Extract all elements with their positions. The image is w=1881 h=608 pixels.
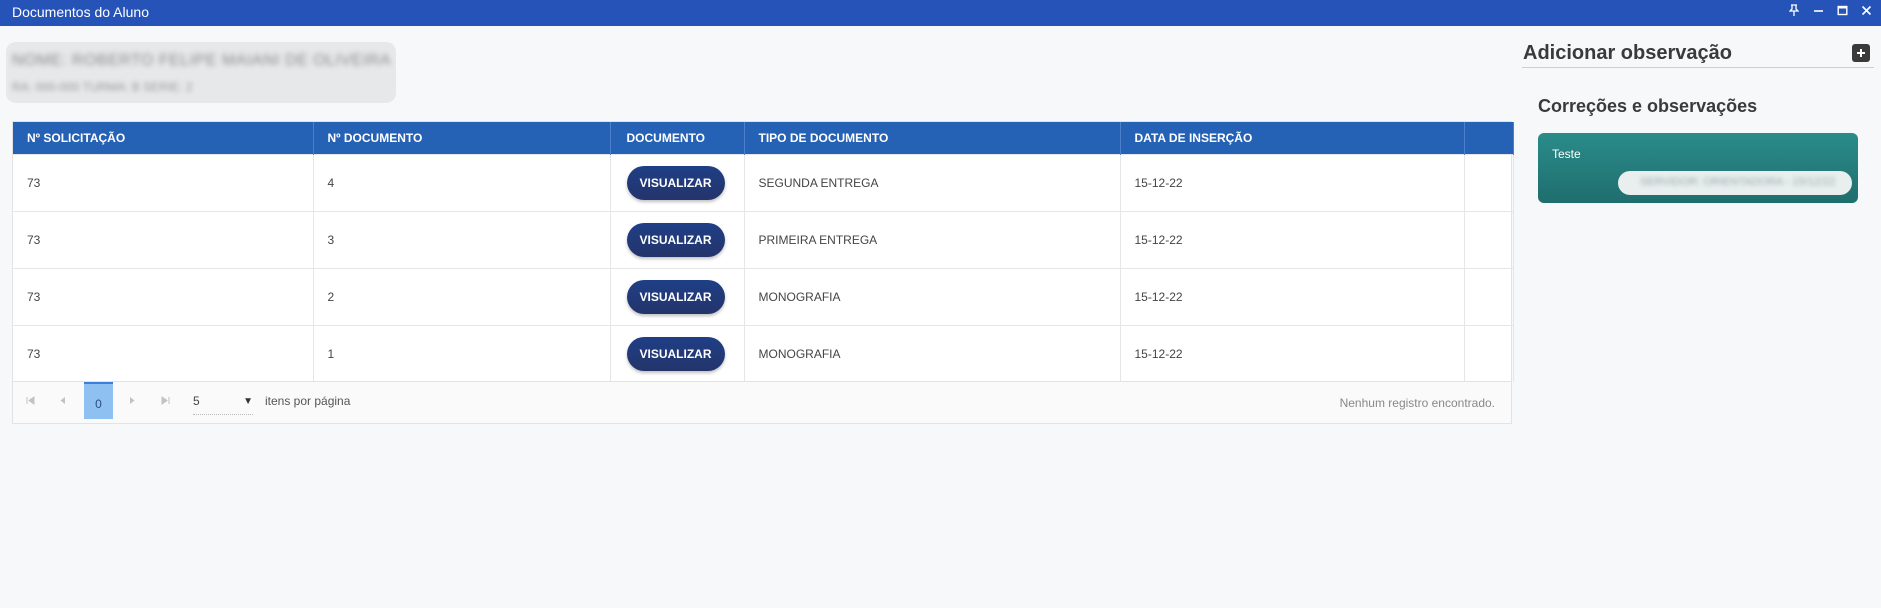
cell-data: 15-12-22 — [1120, 324, 1465, 382]
cell-documento-num: 1 — [313, 324, 611, 382]
add-observation-heading: Adicionar observação — [1523, 42, 1732, 64]
view-document-button[interactable]: VISUALIZAR — [626, 279, 725, 314]
student-info-card: NOME: ROBERTO FELIPE MAIANI DE OLIVEIRA … — [6, 42, 396, 103]
cell-documento-num: 4 — [313, 153, 611, 211]
chevron-down-icon: ▼ — [243, 396, 253, 407]
window-title: Documentos do Aluno — [12, 4, 149, 20]
documents-table: Nº SOLICITAÇÃO Nº DOCUMENTO DOCUMENTO TI… — [13, 122, 1514, 382]
window-controls — [1787, 2, 1873, 18]
maximize-icon[interactable] — [1835, 2, 1849, 18]
current-page-button[interactable]: 0 — [84, 382, 113, 419]
first-page-icon[interactable] — [26, 396, 35, 408]
next-page-icon[interactable] — [129, 396, 136, 408]
cell-documento: VISUALIZAR — [610, 210, 745, 268]
col-header-tipo[interactable]: TIPO DE DOCUMENTO — [744, 122, 1121, 154]
cell-data: 15-12-22 — [1120, 267, 1465, 325]
cell-actions — [1464, 324, 1514, 382]
pin-icon[interactable] — [1787, 2, 1801, 18]
col-header-solicitacao[interactable]: Nº SOLICITAÇÃO — [13, 122, 314, 154]
observation-meta: SERVIDOR: ORIENTADORA - 15/12/22 — [1618, 171, 1852, 195]
col-header-data[interactable]: DATA DE INSERÇÃO — [1120, 122, 1465, 154]
table-row: 73 4 VISUALIZAR SEGUNDA ENTREGA 15-12-22 — [13, 153, 1514, 211]
observation-title: Teste — [1552, 147, 1581, 161]
page-size-value: 5 — [193, 394, 200, 408]
cell-actions — [1464, 210, 1514, 268]
cell-documento-num: 3 — [313, 210, 611, 268]
table-header-row: Nº SOLICITAÇÃO Nº DOCUMENTO DOCUMENTO TI… — [13, 122, 1514, 154]
cell-actions — [1464, 267, 1514, 325]
add-observation-header: Adicionar observação — [1522, 40, 1874, 68]
view-document-button[interactable]: VISUALIZAR — [626, 222, 725, 257]
observation-author: SERVIDOR: ORIENTADORA - 15/12/22 — [1640, 176, 1836, 188]
cell-solicitacao: 73 — [13, 153, 314, 211]
cell-solicitacao: 73 — [13, 210, 314, 268]
last-page-icon[interactable] — [161, 396, 170, 408]
prev-page-icon[interactable] — [59, 396, 66, 408]
cell-tipo: SEGUNDA ENTREGA — [744, 153, 1121, 211]
observations-panel: Adicionar observação Correções e observa… — [1522, 40, 1874, 203]
cell-documento: VISUALIZAR — [610, 324, 745, 382]
student-details: RA: 000-000 TURMA: B SERIE: 2 — [12, 80, 193, 94]
col-header-actions — [1464, 122, 1514, 154]
view-document-button[interactable]: VISUALIZAR — [626, 165, 725, 200]
cell-documento-num: 2 — [313, 267, 611, 325]
cell-data: 15-12-22 — [1120, 153, 1465, 211]
corrections-section-title: Correções e observações — [1538, 96, 1758, 116]
table-row: 73 2 VISUALIZAR MONOGRAFIA 15-12-22 — [13, 267, 1514, 325]
col-header-documento[interactable]: DOCUMENTO — [610, 122, 745, 154]
cell-solicitacao: 73 — [13, 267, 314, 325]
observation-card[interactable]: Teste SERVIDOR: ORIENTADORA - 15/12/22 — [1538, 133, 1858, 203]
view-document-button[interactable]: VISUALIZAR — [626, 336, 725, 371]
page-size-underline — [193, 414, 253, 415]
minimize-icon[interactable] — [1811, 2, 1825, 18]
cell-documento: VISUALIZAR — [610, 267, 745, 325]
window-titlebar: Documentos do Aluno — [0, 0, 1881, 26]
cell-tipo: MONOGRAFIA — [744, 267, 1121, 325]
table-row: 73 1 VISUALIZAR MONOGRAFIA 15-12-22 — [13, 324, 1514, 382]
no-records-message: Nenhum registro encontrado. — [1339, 396, 1495, 410]
cell-tipo: PRIMEIRA ENTREGA — [744, 210, 1121, 268]
plus-icon — [1857, 49, 1865, 57]
page-size-select[interactable]: 5 ▼ — [193, 394, 253, 408]
cell-tipo: MONOGRAFIA — [744, 324, 1121, 382]
cell-documento: VISUALIZAR — [610, 153, 745, 211]
documents-table-container: Nº SOLICITAÇÃO Nº DOCUMENTO DOCUMENTO TI… — [12, 121, 1514, 424]
student-name: NOME: ROBERTO FELIPE MAIANI DE OLIVEIRA — [12, 52, 391, 69]
col-header-documento-num[interactable]: Nº DOCUMENTO — [313, 122, 611, 154]
close-icon[interactable] — [1859, 2, 1873, 18]
add-observation-button[interactable] — [1852, 44, 1870, 62]
cell-solicitacao: 73 — [13, 324, 314, 382]
items-per-page-label: itens por página — [265, 394, 351, 408]
cell-data: 15-12-22 — [1120, 210, 1465, 268]
pagination-bar: 0 5 ▼ itens por página Nenhum registro e… — [13, 381, 1511, 423]
cell-actions — [1464, 153, 1514, 211]
table-row: 73 3 VISUALIZAR PRIMEIRA ENTREGA 15-12-2… — [13, 210, 1514, 268]
